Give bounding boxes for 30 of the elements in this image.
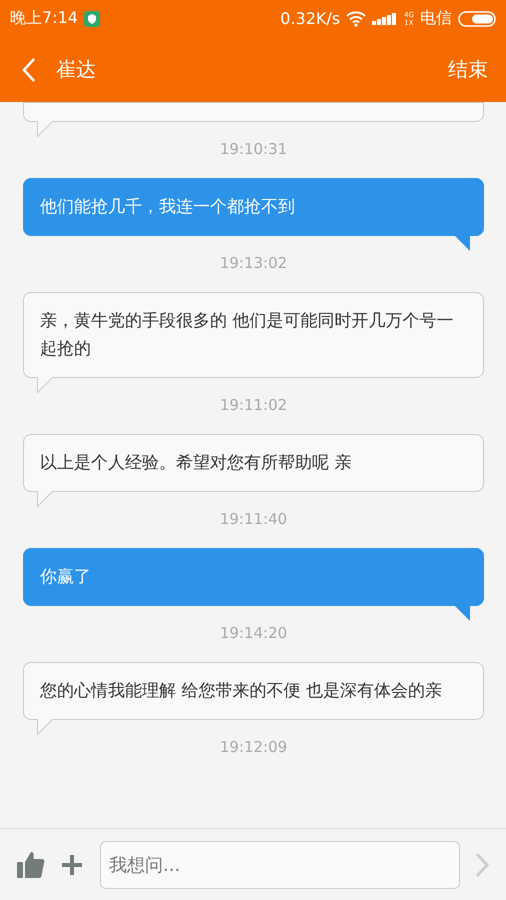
message-bubble: 您的心情我能理解 给您带来的不便 也是深有体会的亲 [23, 662, 484, 720]
message-time: 19:14:20 [218, 624, 288, 642]
wifi-icon [346, 10, 366, 26]
chat-title: 崔达 [56, 56, 97, 83]
message-time: 19:11:02 [218, 396, 288, 414]
message-time: 19:10:31 [218, 140, 288, 158]
message-bubble: 他们能抢几千，我连一个都抢不到 [23, 178, 484, 236]
back-button[interactable] [22, 56, 36, 82]
battery-icon [458, 10, 496, 26]
message-bubble: 你赢了 [23, 548, 484, 606]
message-bubble: 以上是个人经验。希望对您有所帮助呢 亲 [23, 434, 484, 492]
bubble-tail [37, 491, 53, 507]
bubble-tail [37, 121, 53, 137]
signal-icon [372, 12, 398, 26]
message-bubble: 亲，黄牛党的手段很多的 他们是可能同时开几万个号一起抢的 [23, 292, 484, 378]
clock-time: 晚上7:14 [10, 8, 78, 29]
network-speed: 0.32K/s [280, 9, 340, 28]
bubble-tail [37, 377, 53, 393]
carrier-name: 电信 [420, 8, 452, 29]
bubble-tail [37, 719, 53, 735]
shield-icon [84, 10, 100, 26]
bubble-tail [454, 235, 470, 251]
message-input[interactable]: 我想问... [100, 841, 460, 889]
thumbs-up-icon[interactable] [16, 850, 46, 880]
message-time: 19:11:40 [218, 510, 288, 528]
end-button[interactable]: 结束 [448, 56, 488, 83]
message-time: 19:12:09 [218, 738, 288, 756]
plus-icon[interactable] [60, 853, 84, 877]
message-time: 19:13:02 [218, 254, 288, 272]
bubble-tail [454, 605, 470, 621]
